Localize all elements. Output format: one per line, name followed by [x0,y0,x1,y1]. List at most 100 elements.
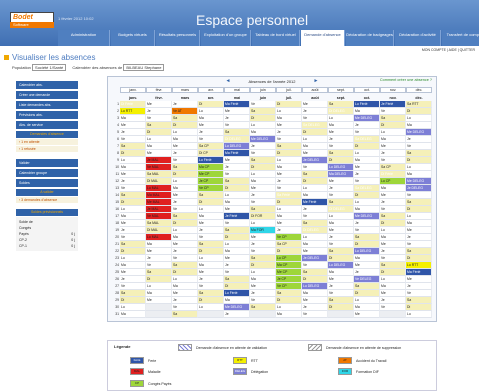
calendar-day-cell[interactable]: Ve [328,241,354,248]
calendar-day-cell[interactable]: Je [120,129,146,136]
calendar-day-cell[interactable]: Ma [276,115,302,122]
sidebar-link[interactable]: › 3 demandes d'absence [16,197,78,203]
calendar-day-cell[interactable]: Je [172,101,198,108]
calendar-day-cell[interactable]: Me CP [276,269,302,276]
calendar-day-cell[interactable]: Je [302,206,328,213]
calendar-day-cell[interactable]: Je [380,248,406,255]
calendar-day-cell[interactable]: Ma [120,262,146,269]
calendar-day-cell[interactable]: Ve [120,185,146,192]
calendar-day-cell[interactable]: Lu [328,115,354,122]
calendar-day-cell[interactable]: Je [146,255,172,262]
calendar-day-cell[interactable]: Sa [354,234,380,241]
calendar-day-cell[interactable]: Ve MAL [146,213,172,220]
calendar-day-cell[interactable]: Lu [380,276,406,283]
calendar-day-cell[interactable]: Ve [302,262,328,269]
calendar-day-cell[interactable]: Ve [380,108,406,115]
month-tab[interactable]: févr. [146,87,172,93]
calendar-day-cell[interactable]: Lu [276,108,302,115]
calendar-day-cell[interactable]: Ve [380,304,406,311]
calendar-day-cell[interactable]: Sa [172,164,198,171]
calendar-day-cell[interactable]: Ve [250,248,276,255]
calendar-day-cell[interactable]: Ma [406,171,432,178]
calendar-day-cell[interactable]: Ma [302,290,328,297]
calendar-day-cell[interactable]: Je [250,290,276,297]
calendar-day-cell[interactable]: Sa [250,255,276,262]
calendar-day-cell[interactable]: Lu [302,234,328,241]
calendar-day-cell[interactable]: Ma [354,157,380,164]
calendar-day-cell[interactable]: Je Férié [380,101,406,108]
calendar-day-cell[interactable]: Ma [328,269,354,276]
calendar-day-cell[interactable]: Je [380,297,406,304]
calendar-day-cell[interactable]: Ve [172,255,198,262]
calendar-day-cell[interactable]: Sa [250,108,276,115]
calendar-day-cell[interactable]: Ma [380,283,406,290]
nav-tab[interactable]: Demande d'absence [301,30,345,46]
calendar-day-cell[interactable]: Je [172,248,198,255]
calendar-day-cell[interactable]: Ma [146,143,172,150]
calendar-day-cell[interactable]: Sa [328,297,354,304]
calendar-day-cell[interactable]: Je DELEG [302,157,328,164]
calendar-day-cell[interactable]: Lu [328,213,354,220]
calendar-day-cell[interactable]: Ma [146,290,172,297]
calendar-day-cell[interactable]: Ve [354,227,380,234]
calendar-day-cell[interactable]: Sa [250,206,276,213]
calendar-day-cell[interactable]: Di [250,164,276,171]
calendar-day-cell[interactable]: Ve [276,136,302,143]
calendar-day-cell[interactable]: Lu [406,164,432,171]
calendar-day-cell[interactable]: Ve CP [276,234,302,241]
calendar-day-cell[interactable]: Me [354,164,380,171]
month-tab[interactable]: juil. [276,87,302,93]
calendar-day-cell[interactable]: Sa [224,129,250,136]
calendar-day-cell[interactable]: Lu RTT [406,262,432,269]
calendar-day-cell[interactable]: Me [224,157,250,164]
sidebar-button[interactable]: Liste demandes abs. [16,101,78,109]
calendar-day-cell[interactable]: Di [172,171,198,178]
calendar-day-cell[interactable]: Di [224,185,250,192]
calendar-day-cell[interactable]: Di DELEG [328,108,354,115]
calendar-day-cell[interactable]: Ma CP [198,164,224,171]
calendar-day-cell[interactable]: Sa [406,248,432,255]
calendar-day-cell[interactable]: Lu [276,304,302,311]
calendar-day-cell[interactable]: Lu [120,206,146,213]
calendar-day-cell[interactable]: Ma [406,122,432,129]
calendar-day-cell[interactable]: Je [120,276,146,283]
calendar-day-cell[interactable]: Je [172,297,198,304]
calendar-day-cell[interactable]: Ve [120,283,146,290]
calendar-day-cell[interactable]: Ve DELEG [354,276,380,283]
calendar-day-cell[interactable]: Me DELEG [354,115,380,122]
calendar-day-cell[interactable]: Di [302,276,328,283]
calendar-day-cell[interactable]: Me [224,255,250,262]
calendar-day-cell[interactable]: Me [120,269,146,276]
calendar-day-cell[interactable]: Lu [172,129,198,136]
calendar-day-cell[interactable]: Je [328,136,354,143]
calendar-day-cell[interactable]: Me [172,241,198,248]
calendar-day-cell[interactable]: Di [198,248,224,255]
calendar-day-cell[interactable]: Sa [406,199,432,206]
calendar-day-cell[interactable]: Ve [302,213,328,220]
calendar-day-cell[interactable]: Sa [120,143,146,150]
calendar-day-cell[interactable]: Me [172,290,198,297]
sidebar-button[interactable]: Soldes [16,179,78,187]
nav-tab[interactable]: Déclaration de badgeages [346,30,394,46]
calendar-day-cell[interactable]: Je [380,150,406,157]
calendar-day-cell[interactable]: Je [354,122,380,129]
calendar-day-cell[interactable]: Je [380,199,406,206]
calendar-day-cell[interactable]: Ma [172,234,198,241]
calendar-day-cell[interactable]: Ma [224,297,250,304]
month-tab[interactable]: nov. [380,87,406,93]
calendar-day-cell[interactable]: Me [328,276,354,283]
calendar-day-cell[interactable]: Me [302,297,328,304]
calendar-day-cell[interactable]: Ve [276,185,302,192]
calendar-day-cell[interactable]: Ve [406,290,432,297]
calendar-day-cell[interactable]: Lu DELEG [302,283,328,290]
calendar-day-cell[interactable]: Sa [120,241,146,248]
calendar-day-cell[interactable]: Je CP [276,276,302,283]
calendar-day-cell[interactable]: Ma [328,220,354,227]
calendar-day-cell[interactable]: Ve [328,192,354,199]
calendar-day-cell[interactable]: Ma [276,164,302,171]
calendar-day-cell[interactable]: Ve [198,283,224,290]
calendar-day-cell[interactable]: Ve [250,101,276,108]
calendar-day-cell[interactable]: Sa [120,290,146,297]
nav-tab[interactable]: Tableau de bord virtuel [252,30,300,46]
calendar-day-cell[interactable]: Me [380,241,406,248]
